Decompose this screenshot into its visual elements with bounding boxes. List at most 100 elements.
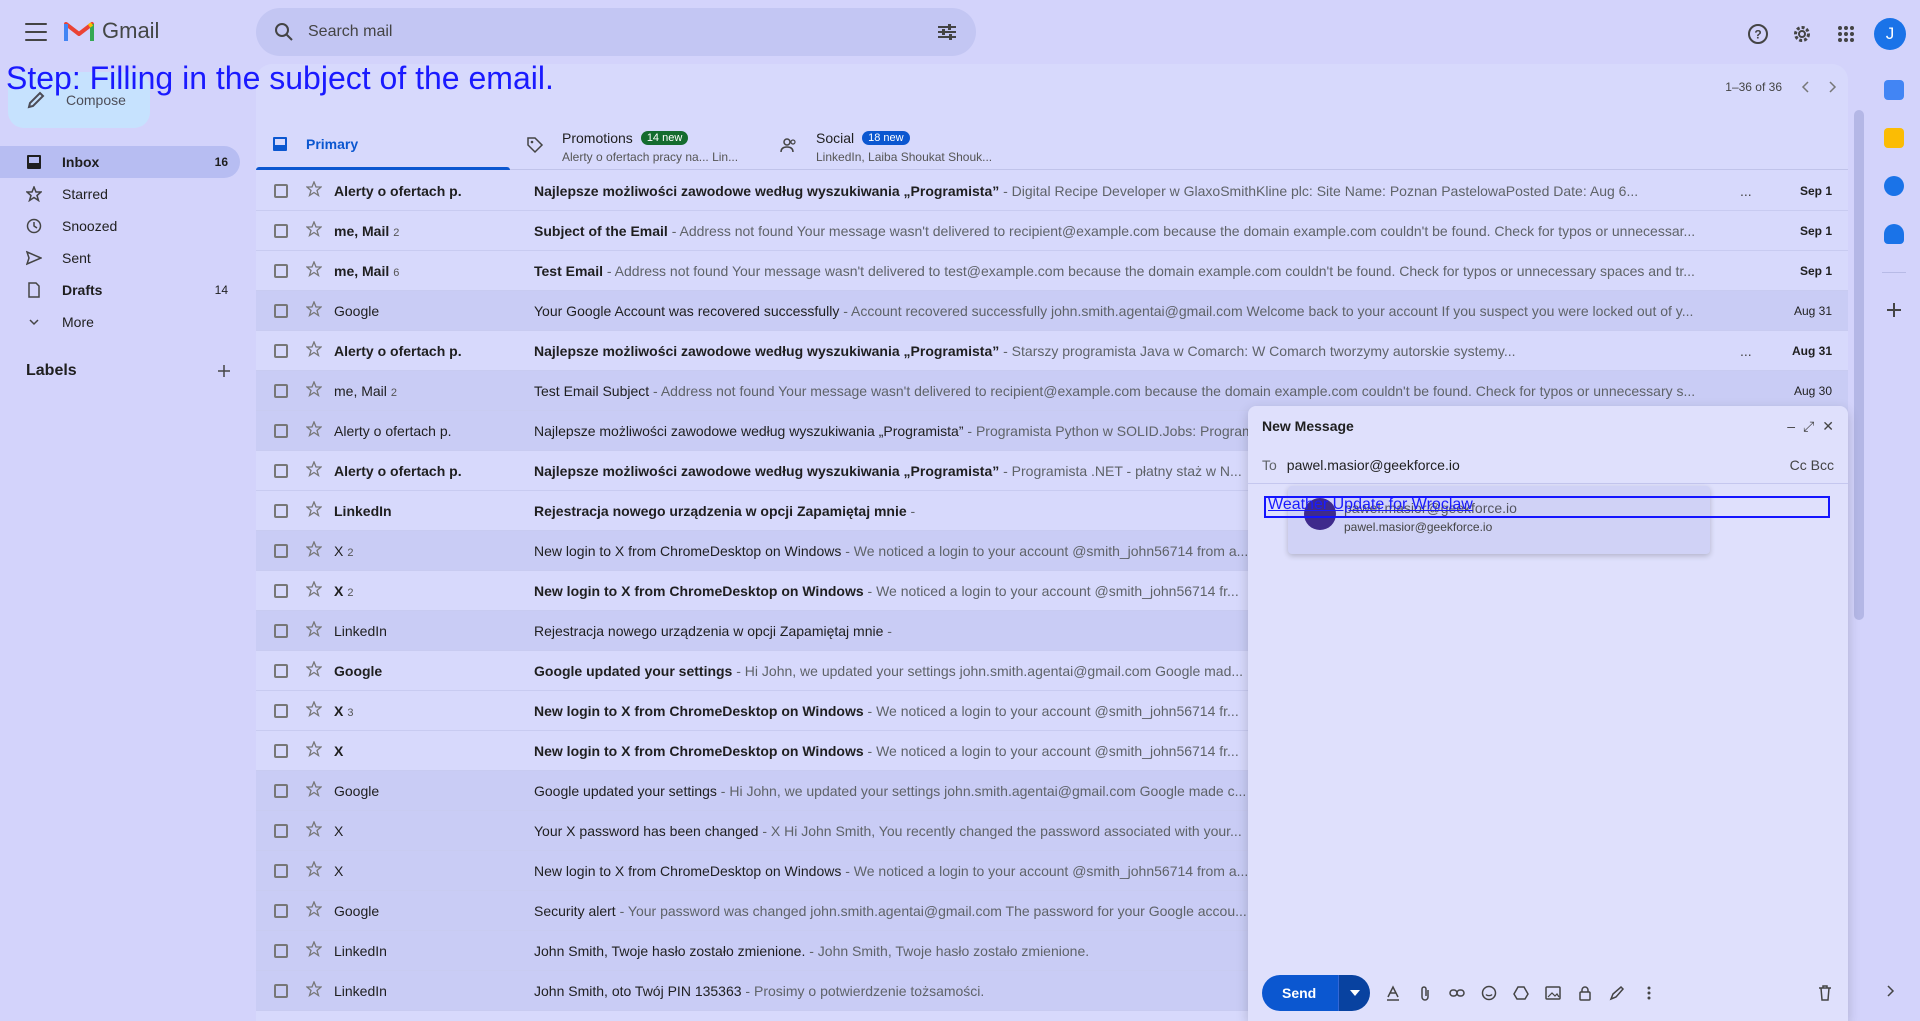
search-bar[interactable]: Search mail (256, 8, 976, 56)
email-row[interactable]: me, Mail 2 Test Email Subject - Address no… (256, 371, 1848, 411)
main-menu-icon[interactable] (20, 20, 52, 44)
close-icon[interactable]: ✕ (1822, 418, 1834, 435)
send-button[interactable]: Send (1262, 975, 1371, 1011)
row-checkbox[interactable] (274, 383, 288, 398)
emoji-icon[interactable] (1480, 984, 1498, 1002)
star-icon[interactable] (305, 860, 323, 880)
star-icon[interactable] (305, 740, 323, 760)
tab-social[interactable]: Social 18 new LinkedIn, Laiba Shoukat Sh… (764, 118, 1018, 169)
attach-icon[interactable] (1416, 984, 1434, 1002)
row-checkbox[interactable] (274, 223, 288, 238)
fullscreen-icon[interactable]: ⤢ (1803, 418, 1814, 435)
search-input[interactable]: Search mail (308, 23, 936, 41)
star-icon[interactable] (305, 180, 323, 200)
row-checkbox[interactable] (274, 623, 288, 638)
to-input[interactable]: pawel.masior@geekforce.io (1287, 457, 1790, 473)
star-icon[interactable] (305, 300, 323, 320)
subject-input[interactable]: Weather Update for Wroclaw (1264, 496, 1830, 518)
star-icon[interactable] (305, 780, 323, 800)
contacts-icon[interactable] (1884, 224, 1904, 244)
confidential-lock-icon[interactable] (1576, 984, 1594, 1002)
discard-trash-icon[interactable] (1816, 984, 1834, 1002)
send-options-icon[interactable] (1338, 975, 1371, 1011)
star-icon[interactable] (305, 620, 323, 640)
star-icon[interactable] (305, 940, 323, 960)
row-checkbox[interactable] (274, 743, 288, 758)
star-icon[interactable] (305, 420, 323, 440)
sidebar-item-sent[interactable]: Sent (0, 242, 240, 274)
chevron-right-icon[interactable] (1828, 80, 1838, 94)
sidebar-item-more[interactable]: More (0, 306, 240, 338)
chevron-left-icon[interactable] (1800, 80, 1810, 94)
chevron-right-icon[interactable] (1886, 984, 1896, 998)
star-icon[interactable] (305, 540, 323, 560)
star-icon[interactable] (305, 580, 323, 600)
email-row[interactable]: Alerty o ofertach p. Najlepsze możliwości… (256, 331, 1848, 371)
row-checkbox[interactable] (274, 423, 288, 438)
scrollbar[interactable] (1854, 110, 1864, 620)
row-checkbox[interactable] (274, 783, 288, 798)
email-content: Subject of the Email - Address not found… (534, 223, 1720, 239)
row-checkbox[interactable] (274, 263, 288, 278)
email-row[interactable]: Google Your Google Account was recovered … (256, 291, 1848, 331)
star-icon[interactable] (305, 500, 323, 520)
star-icon[interactable] (305, 660, 323, 680)
row-checkbox[interactable] (274, 503, 288, 518)
sidebar-item-starred[interactable]: Starred (0, 178, 240, 210)
row-checkbox[interactable] (274, 543, 288, 558)
sidebar-item-snoozed[interactable]: Snoozed (0, 210, 240, 242)
keep-icon[interactable] (1884, 128, 1904, 148)
star-icon[interactable] (305, 260, 323, 280)
row-checkbox[interactable] (274, 703, 288, 718)
email-row[interactable]: me, Mail 6 Test Email - Address not found … (256, 251, 1848, 291)
search-options-icon[interactable] (936, 22, 958, 42)
row-checkbox[interactable] (274, 943, 288, 958)
minimize-icon[interactable]: – (1787, 418, 1795, 434)
row-checkbox[interactable] (274, 583, 288, 598)
account-avatar[interactable]: J (1874, 18, 1906, 50)
row-checkbox[interactable] (274, 183, 288, 198)
star-icon[interactable] (305, 340, 323, 360)
star-icon[interactable] (305, 460, 323, 480)
to-field[interactable]: To pawel.masior@geekforce.io Cc Bcc (1248, 446, 1848, 484)
tab-primary[interactable]: Primary (256, 118, 510, 170)
star-icon[interactable] (305, 820, 323, 840)
sidebar-item-inbox[interactable]: Inbox 16 (0, 146, 240, 178)
email-subject: New login to X from ChromeDesktop on Win… (534, 702, 864, 719)
add-label-icon[interactable] (216, 363, 232, 379)
cc-bcc-link[interactable]: Cc Bcc (1790, 457, 1834, 473)
sidebar-item-label: More (62, 314, 94, 330)
settings-gear-icon[interactable] (1782, 14, 1822, 54)
star-icon[interactable] (305, 980, 323, 1000)
tasks-icon[interactable] (1884, 176, 1904, 196)
google-apps-icon[interactable] (1826, 14, 1866, 54)
star-icon[interactable] (305, 220, 323, 240)
star-icon[interactable] (305, 700, 323, 720)
row-checkbox[interactable] (274, 903, 288, 918)
sidebar-item-drafts[interactable]: Drafts 14 (0, 274, 240, 306)
row-checkbox[interactable] (274, 823, 288, 838)
email-date: Aug 31 (1793, 303, 1832, 318)
star-icon[interactable] (305, 380, 323, 400)
row-checkbox[interactable] (274, 983, 288, 998)
formatting-icon[interactable] (1384, 984, 1402, 1002)
photo-icon[interactable] (1544, 984, 1562, 1002)
help-icon[interactable]: ? (1738, 14, 1778, 54)
email-row[interactable]: Alerty o ofertach p. Najlepsze możliwości… (256, 171, 1848, 211)
row-checkbox[interactable] (274, 343, 288, 358)
gmail-logo[interactable]: Gmail (64, 18, 159, 44)
link-icon[interactable] (1448, 984, 1466, 1002)
row-checkbox[interactable] (274, 303, 288, 318)
calendar-icon[interactable] (1884, 80, 1904, 100)
star-icon[interactable] (305, 900, 323, 920)
tab-promotions[interactable]: Promotions 14 new Alerty o ofertach prac… (510, 118, 764, 169)
add-addon-icon[interactable] (1885, 301, 1903, 319)
drive-icon[interactable] (1512, 984, 1530, 1002)
signature-pen-icon[interactable] (1608, 984, 1626, 1002)
row-checkbox[interactable] (274, 663, 288, 678)
row-checkbox[interactable] (274, 863, 288, 878)
row-checkbox[interactable] (274, 463, 288, 478)
more-options-icon[interactable] (1640, 984, 1658, 1002)
search-icon[interactable] (274, 22, 294, 42)
email-row[interactable]: me, Mail 2 Subject of the Email - Address … (256, 211, 1848, 251)
